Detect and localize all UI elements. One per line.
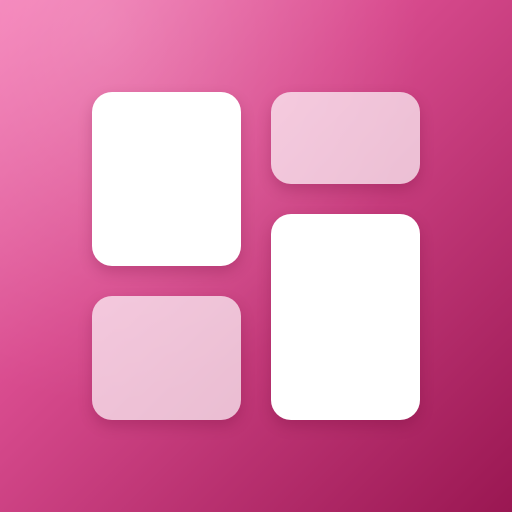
background-sheen	[0, 0, 512, 512]
tile-bottom-right	[271, 214, 420, 420]
tile-top-right	[271, 92, 420, 184]
tile-bottom-left	[92, 296, 241, 420]
app-icon	[0, 0, 512, 512]
tile-top-left	[92, 92, 241, 266]
